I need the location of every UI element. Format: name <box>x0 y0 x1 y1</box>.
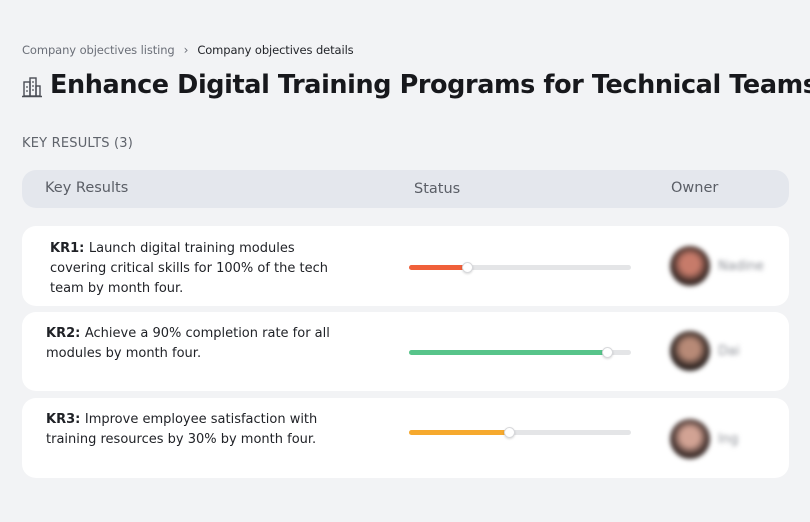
key-result-text: KR3: Improve employee satisfaction with … <box>46 410 366 450</box>
key-result-text: KR1: Launch digital training modules cov… <box>50 239 340 299</box>
breadcrumb-current: Company objectives details <box>197 43 354 57</box>
owner-cell[interactable]: Ing <box>670 419 738 459</box>
key-result-description: Improve employee satisfaction with train… <box>46 412 318 447</box>
key-result-description: Achieve a 90% completion rate for all mo… <box>46 326 330 361</box>
page-title: Enhance Digital Training Programs for Te… <box>50 70 810 100</box>
avatar <box>670 331 710 371</box>
header-status: Status <box>414 181 461 197</box>
avatar <box>670 419 710 459</box>
progress-handle[interactable] <box>461 262 473 273</box>
key-result-id: KR3: <box>46 412 85 427</box>
breadcrumb: Company objectives listing › Company obj… <box>22 43 354 57</box>
progress-bar <box>409 427 631 438</box>
progress-fill <box>409 350 607 355</box>
breadcrumb-link-listing[interactable]: Company objectives listing <box>22 43 175 57</box>
key-result-row-3[interactable]: KR3: Improve employee satisfaction with … <box>22 398 789 478</box>
progress-bar <box>409 262 631 273</box>
key-result-id: KR2: <box>46 326 85 341</box>
key-result-row-1[interactable]: KR1: Launch digital training modules cov… <box>22 226 789 306</box>
owner-name: Ing <box>718 431 739 447</box>
owner-cell[interactable]: Dai <box>670 331 740 371</box>
key-results-count-label: KEY RESULTS (3) <box>22 136 134 151</box>
progress-fill <box>409 430 509 435</box>
header-owner: Owner <box>671 180 719 196</box>
building-icon <box>22 77 42 98</box>
title-row: Enhance Digital Training Programs for Te… <box>22 70 810 100</box>
progress-bar <box>409 347 631 358</box>
owner-cell[interactable]: Nadine <box>670 246 764 286</box>
avatar <box>670 246 710 286</box>
header-key-results: Key Results <box>45 180 129 196</box>
progress-handle[interactable] <box>503 427 515 438</box>
owner-name: Dai <box>718 343 740 359</box>
progress-handle[interactable] <box>601 347 613 358</box>
key-result-description: Launch digital training modules covering… <box>50 241 329 296</box>
key-result-id: KR1: <box>50 241 89 256</box>
chevron-right-icon: › <box>183 43 189 57</box>
key-result-row-2[interactable]: KR2: Achieve a 90% completion rate for a… <box>22 312 789 391</box>
owner-name: Nadine <box>718 258 764 274</box>
progress-fill <box>409 265 467 270</box>
table-header: Key Results Status Owner <box>22 170 789 208</box>
key-result-text: KR2: Achieve a 90% completion rate for a… <box>46 324 346 364</box>
